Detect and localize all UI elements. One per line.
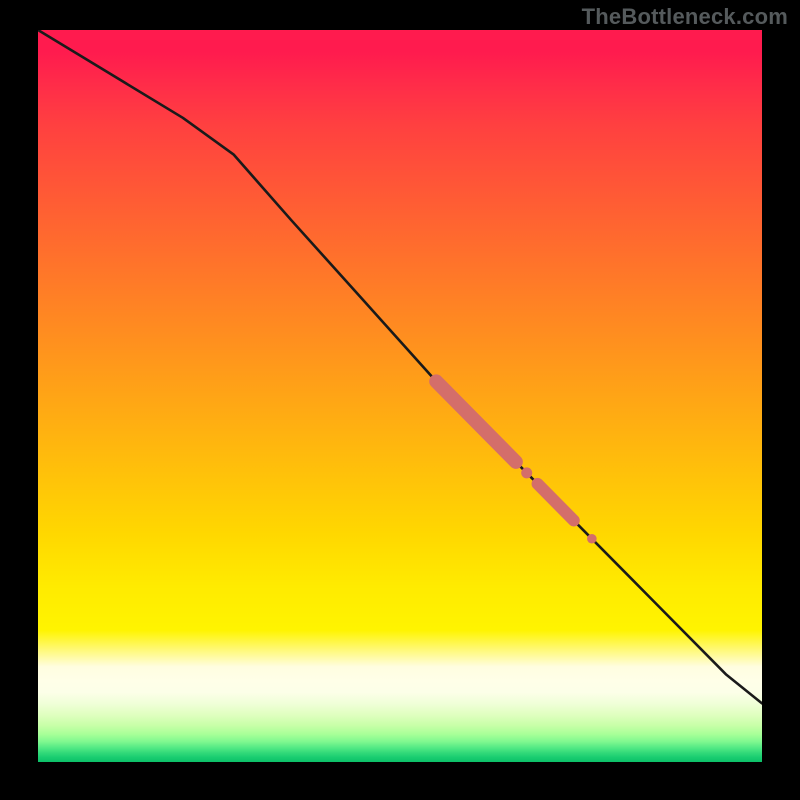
chart-svg [38, 30, 762, 762]
highlight-segment-2 [538, 484, 574, 521]
highlight-dot-2 [587, 534, 597, 544]
watermark-text: TheBottleneck.com [582, 4, 788, 30]
curve-line [38, 30, 762, 703]
plot-area [38, 30, 762, 762]
highlight-segment-1 [436, 381, 516, 462]
chart-frame: TheBottleneck.com [0, 0, 800, 800]
highlight-dot-1 [521, 467, 532, 478]
